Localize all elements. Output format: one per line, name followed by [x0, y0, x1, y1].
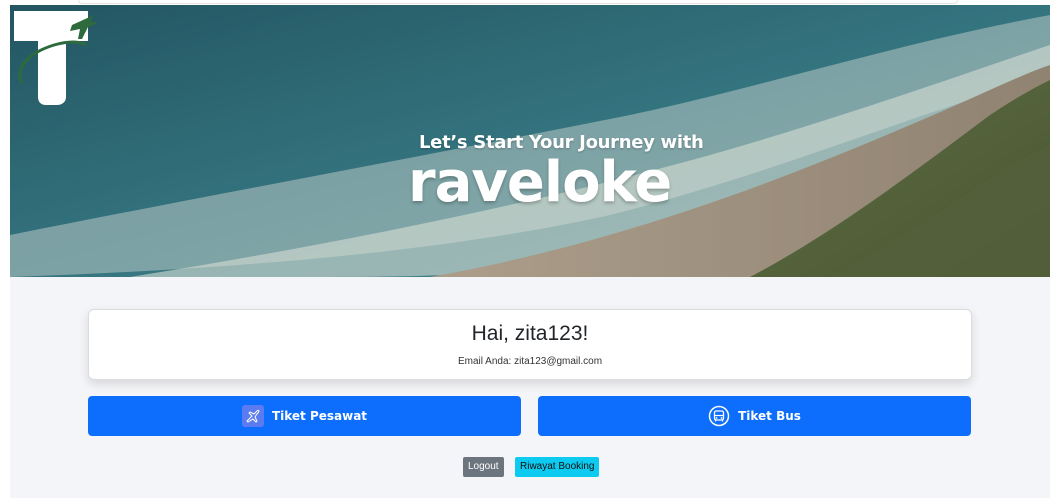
- tiket-pesawat-label: Tiket Pesawat: [271, 409, 368, 423]
- navbar-bottom-edge: [78, 0, 958, 4]
- page-frame: Let’s Start Your Journey with raveloke H…: [10, 5, 1050, 498]
- traveloke-logo-icon: [14, 11, 98, 105]
- user-email: Email Anda: zita123@gmail.com: [457, 356, 603, 367]
- hero-banner: Let’s Start Your Journey with raveloke: [10, 5, 1050, 277]
- riwayat-booking-button[interactable]: Riwayat Booking: [515, 457, 600, 477]
- greeting-title: Hai, zita123!: [471, 322, 589, 345]
- greeting-card: Hai, zita123! Email Anda: zita123@gmail.…: [88, 309, 972, 380]
- tiket-pesawat-button[interactable]: Tiket Pesawat: [88, 396, 521, 436]
- airplane-icon: [241, 405, 264, 427]
- bus-icon: [708, 405, 730, 427]
- tiket-bus-label: Tiket Bus: [738, 409, 801, 423]
- brand-name: raveloke: [408, 150, 672, 215]
- tiket-bus-button[interactable]: Tiket Bus: [538, 396, 971, 436]
- logout-button[interactable]: Logout: [463, 457, 504, 477]
